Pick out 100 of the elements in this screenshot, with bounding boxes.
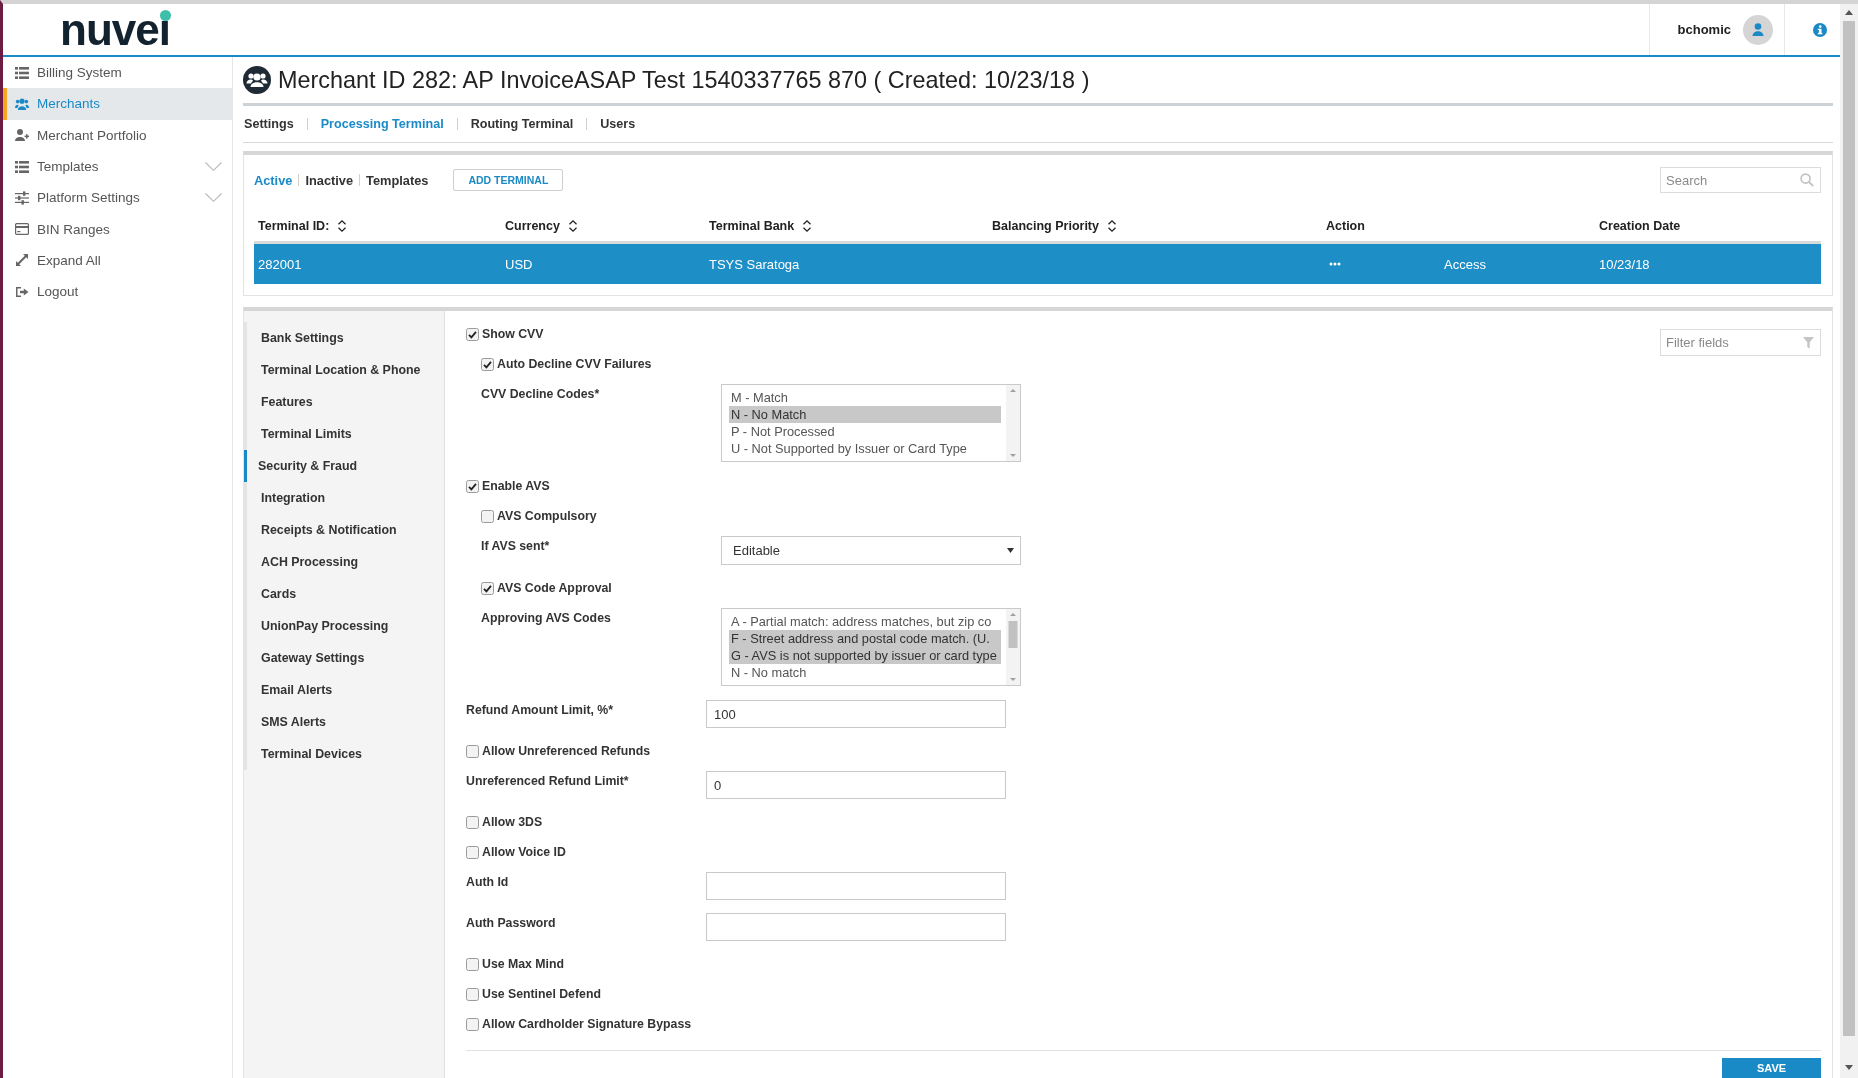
sidebar-item[interactable]: Merchant Portfolio [3,119,232,151]
field-label: Approving AVS Codes [481,611,611,625]
sort-icon[interactable] [567,218,578,233]
list-option[interactable]: N - No match [729,664,1001,681]
users-icon [15,96,29,111]
tab[interactable]: Processing Terminal [307,117,457,131]
column-header[interactable]: Terminal Bank [709,218,813,233]
sort-icon[interactable] [337,218,348,233]
sidebar-item[interactable]: Templates [3,150,232,183]
tab[interactable]: Users [587,117,649,131]
checkbox[interactable] [466,845,479,859]
sliders-icon [15,190,29,205]
card-icon [15,222,29,237]
sidebar-item[interactable]: Logout [3,276,232,308]
column-header[interactable]: Balancing Priority [992,218,1117,233]
section-nav-item[interactable]: Features [244,386,444,418]
section-nav-item[interactable]: Terminal Limits [244,418,444,450]
section-nav-item[interactable]: UnionPay Processing [244,610,444,642]
tab[interactable]: Routing Terminal [457,117,587,131]
search-field[interactable]: Search [1660,167,1821,193]
list-option[interactable]: G - AVS is not supported by issuer or card type [729,647,1001,664]
sort-icon[interactable] [802,218,813,233]
avatar-icon[interactable] [1743,14,1773,45]
option-label: AVS Code Approval [497,580,612,597]
field-label: Unreferenced Refund Limit* [466,774,629,788]
sidebar-item[interactable]: Expand All [3,244,232,277]
access-link[interactable]: Access [1444,256,1486,272]
chevron-down-icon[interactable] [205,162,222,172]
add-terminal-button[interactable]: ADD TERMINAL [453,169,564,191]
section-nav-item[interactable]: Gateway Settings [244,642,444,674]
listbox[interactable]: A - Partial match: address matches, but zip co F - Street address and postal code match. (U. G - AVS is not supported by issuer or card type N - No match [721,608,1021,686]
input-field[interactable]: 100 [706,700,1006,728]
scrollbar[interactable] [1840,4,1858,1078]
scrollbar[interactable] [1006,385,1020,461]
tab[interactable]: Settings [243,117,307,131]
search-icon[interactable] [1800,173,1814,187]
table-cell: 10/23/18 [1599,257,1650,272]
section-nav-item[interactable]: SMS Alerts [244,706,444,738]
listbox[interactable]: M - Match N - No Match P - Not Processed U - Not Supported by Issuer or Card Type [721,384,1021,462]
option-label: Auto Decline CVV Failures [497,356,652,373]
option-label: AVS Compulsory [497,508,597,525]
input-field[interactable] [706,913,1006,941]
more-icon[interactable] [1329,262,1341,266]
column-header[interactable]: Currency [505,218,578,233]
checkbox[interactable] [466,479,479,493]
info-icon[interactable] [1813,22,1827,37]
checkbox[interactable] [481,357,494,371]
filter-tab[interactable]: Templates [360,172,435,188]
section-nav-item[interactable]: Receipts & Notification [244,514,444,546]
filter-tab[interactable]: Inactive [299,172,360,188]
section-nav-item[interactable]: Email Alerts [244,674,444,706]
section-nav-item[interactable]: Cards [244,578,444,610]
option-label: Allow Unreferenced Refunds [482,743,651,760]
checkbox[interactable] [466,1017,479,1031]
section-nav-item[interactable]: Integration [244,482,444,514]
table-row[interactable]: 282001 USD TSYS Saratoga Access 10/23/18 [254,241,1821,284]
section-nav-item[interactable]: Terminal Devices [244,738,444,770]
list-option[interactable]: A - Partial match: address matches, but zip co [729,613,1001,630]
column-header[interactable]: Terminal ID: [258,218,348,233]
exit-icon [15,284,29,299]
checkbox[interactable] [466,815,479,829]
table-cell: USD [505,257,533,272]
column-header: Creation Date [1599,218,1681,233]
logo[interactable]: nuvei [60,7,170,52]
list-option[interactable]: N - No Match [729,406,1001,423]
list-option[interactable]: P - Not Processed [729,423,1001,440]
column-header: Action [1326,218,1365,233]
section-nav-item[interactable]: Bank Settings [244,322,444,354]
expand-arrows-icon [15,253,29,268]
option-label: Show CVV [482,326,544,343]
checkbox[interactable] [466,987,479,1001]
list-option[interactable]: U - Not Supported by Issuer or Card Type [729,440,1001,457]
section-nav-item[interactable]: ACH Processing [244,546,444,578]
field-label: Auth Password [466,916,556,930]
list-option[interactable]: M - Match [729,389,1001,406]
checkbox[interactable] [481,509,494,523]
sort-icon[interactable] [1107,218,1117,233]
checkbox[interactable] [481,581,494,595]
dropdown[interactable]: Editable [721,536,1021,565]
section-nav-item[interactable]: Security & Fraud [244,450,444,482]
chevron-down-icon[interactable] [205,193,222,203]
section-nav-item[interactable]: Terminal Location & Phone [244,354,444,386]
sidebar-item[interactable]: Platform Settings [3,182,232,214]
sidebar-item[interactable]: Billing System [3,57,232,89]
users-icon [243,66,271,94]
checkbox[interactable] [466,744,479,758]
filter-icon[interactable] [1803,336,1814,349]
input-field[interactable] [706,872,1006,900]
list-icon [15,159,29,174]
list-option[interactable]: F - Street address and postal code match. (U. [729,630,1001,647]
filter-field[interactable]: Filter fields [1660,329,1821,356]
scrollbar[interactable] [1006,609,1020,685]
option-label: Use Sentinel Defend [482,986,601,1003]
sidebar-item[interactable]: BIN Ranges [3,213,232,245]
page-title: Merchant ID 282: AP InvoiceASAP Test 1540337765 870 ( Created: 10/23/18 ) [278,66,1090,94]
save-button[interactable]: SAVE [1722,1058,1821,1078]
checkbox[interactable] [466,327,479,341]
checkbox[interactable] [466,957,479,971]
filter-tab[interactable]: Active [254,172,299,188]
input-field[interactable]: 0 [706,771,1006,799]
